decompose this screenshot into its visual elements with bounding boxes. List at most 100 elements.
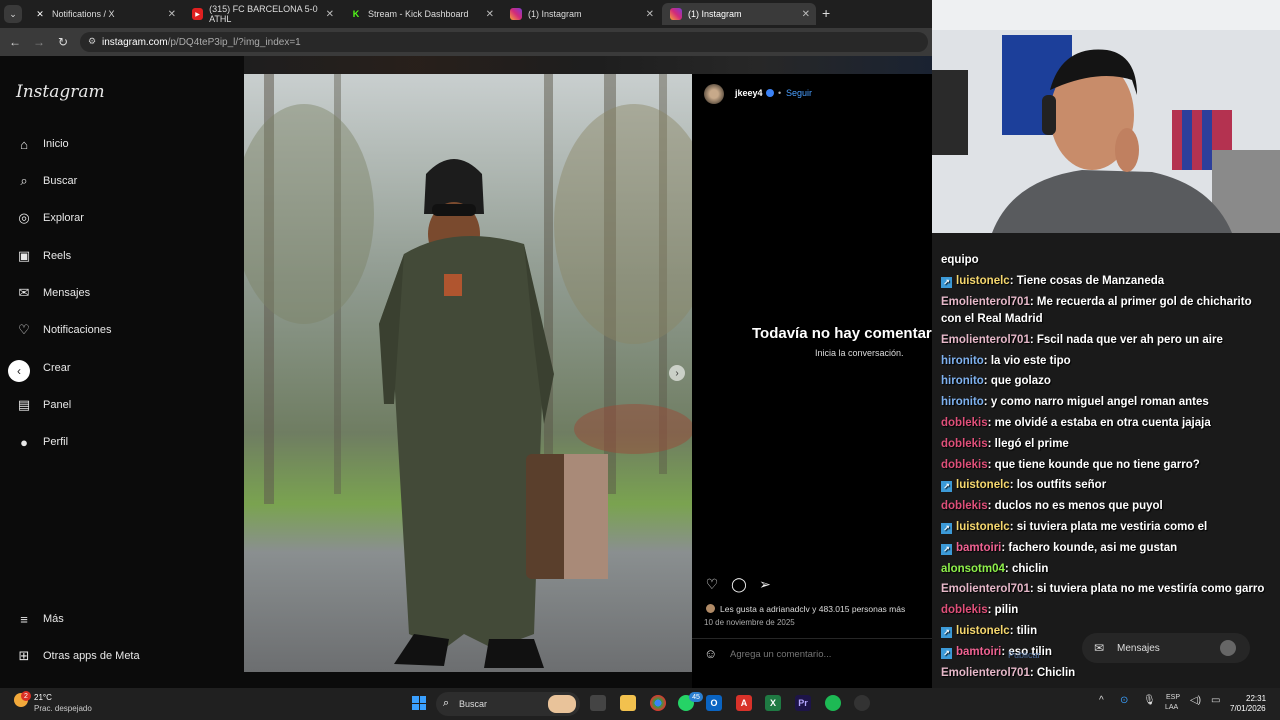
reload-icon[interactable]: ↻	[51, 35, 75, 49]
nav-item-explorar[interactable]: ◎ Explorar	[16, 207, 84, 229]
previous-post-icon[interactable]: ‹	[8, 360, 30, 382]
language-top[interactable]: ESP	[1166, 694, 1180, 701]
nav-item-notificaciones[interactable]: ♡ Notificaciones	[16, 319, 111, 341]
chat-username[interactable]: luistonelc	[956, 479, 1010, 491]
chat-username[interactable]: doblekis	[941, 459, 988, 471]
subscriber-badge-icon: ↗	[941, 523, 952, 535]
temperature[interactable]: 21°C	[34, 693, 52, 702]
comment-icon[interactable]: ◯	[731, 576, 747, 592]
chat-username[interactable]: alonsotm04	[941, 563, 1005, 575]
chat-username[interactable]: luistonelc	[956, 521, 1010, 533]
chat-username[interactable]: luistonelc	[956, 275, 1010, 287]
menu-icon: ≡	[20, 611, 28, 627]
follow-button[interactable]: Seguir	[786, 88, 812, 98]
clock-time[interactable]: 22:31	[1246, 694, 1266, 703]
chat-username[interactable]: Emolienterol701	[941, 667, 1030, 679]
post-username[interactable]: jkeey4	[735, 88, 763, 98]
close-icon[interactable]: ✕	[486, 9, 494, 20]
tab-instagram-2[interactable]: (1) Instagram ✕	[662, 3, 816, 25]
outlook-icon[interactable]: O	[706, 695, 722, 711]
spotify-icon[interactable]	[825, 695, 841, 711]
chat-text: : me olvidé a estaba en otra cuenta jaja…	[987, 417, 1211, 430]
new-tab-button[interactable]: +	[822, 5, 830, 21]
avatar[interactable]	[704, 84, 724, 104]
kick-icon: K	[352, 9, 360, 19]
chat-username[interactable]: Emolienterol701	[941, 296, 1030, 308]
excel-icon[interactable]: X	[765, 695, 781, 711]
nav-item-buscar[interactable]: ⌕ Buscar	[16, 170, 77, 192]
nav-item-otras-apps[interactable]: ⊞ Otras apps de Meta	[16, 645, 140, 667]
nav-label: Panel	[43, 399, 72, 411]
tab-notifications-x[interactable]: ✕ Notifications / X ✕	[26, 3, 182, 25]
tab-label: (315) FC BARCELONA 5-0 ATHL	[209, 4, 318, 24]
chat-username[interactable]: doblekis	[941, 500, 988, 512]
chat-text: : Chiclin	[1029, 666, 1076, 679]
volume-icon[interactable]: ◁)	[1190, 695, 1201, 706]
chat-text: : si tuviera plata no me vestiría como g…	[1029, 583, 1265, 596]
language-bottom[interactable]: LAA	[1165, 704, 1178, 711]
subscriber-badge-icon: ↗	[941, 543, 952, 555]
obs-icon[interactable]	[854, 695, 870, 711]
instagram-logo[interactable]: Instagram	[16, 82, 105, 102]
comment-input[interactable]	[730, 649, 880, 660]
chat-username[interactable]: bamtoiri	[956, 646, 1001, 658]
tab-kick[interactable]: K Stream - Kick Dashboard ✕	[342, 3, 500, 25]
back-icon[interactable]: ←	[3, 35, 27, 49]
chat-username[interactable]: hironito	[941, 375, 984, 387]
chat-username[interactable]: doblekis	[941, 604, 988, 616]
chat-username[interactable]: doblekis	[941, 438, 988, 450]
tab-youtube[interactable]: ▶ (315) FC BARCELONA 5-0 ATHL ✕	[184, 3, 340, 25]
premiere-icon[interactable]: Pr	[795, 695, 811, 711]
battery-icon[interactable]: ▭	[1211, 695, 1220, 706]
chat-username[interactable]: luistonelc	[956, 625, 1010, 637]
chat-username[interactable]: Emolienterol701	[941, 583, 1030, 595]
publish-button[interactable]: Publicar	[1008, 650, 1041, 660]
close-icon[interactable]: ✕	[168, 9, 176, 20]
file-explorer-icon[interactable]	[620, 695, 636, 711]
tab-list-button[interactable]: ⌄	[4, 5, 22, 23]
share-icon[interactable]: ➢	[757, 576, 773, 592]
close-icon[interactable]: ✕	[646, 9, 654, 20]
close-icon[interactable]: ✕	[326, 9, 334, 20]
microphone-icon[interactable]: 🎙	[1143, 695, 1156, 706]
nav-label: Perfil	[43, 436, 69, 448]
nav-item-perfil[interactable]: ● Perfil	[16, 431, 68, 453]
nav-label: Más	[43, 613, 64, 625]
nav-item-inicio[interactable]: ⌂ Inicio	[16, 133, 69, 155]
chat-text: : que golazo	[983, 375, 1051, 388]
nav-item-mensajes[interactable]: ✉ Mensajes	[16, 282, 91, 304]
nav-item-reels[interactable]: ▣ Reels	[16, 245, 71, 267]
weather-condition[interactable]: Prac. despejado	[34, 704, 92, 713]
windows-start-icon[interactable]	[412, 696, 426, 710]
clock-date[interactable]: 7/01/2026	[1230, 704, 1266, 713]
chat-username[interactable]: bamtoiri	[956, 542, 1001, 554]
nav-label: Mensajes	[43, 287, 91, 299]
forward-icon[interactable]: →	[27, 35, 51, 49]
chat-username[interactable]: Emolienterol701	[941, 334, 1030, 346]
task-view-icon[interactable]	[590, 695, 606, 711]
like-heart-icon[interactable]: ♡	[704, 576, 720, 592]
chat-username[interactable]: doblekis	[941, 417, 988, 429]
emoji-icon[interactable]: ☺	[704, 646, 717, 661]
address-bar-row: ← → ↻ ⚙ instagram.com/p/DQ4teP3ip_l/?img…	[0, 28, 932, 56]
chat-message: hironito: que golazo	[941, 373, 1271, 391]
next-image-icon[interactable]: ›	[669, 365, 685, 381]
acrobat-icon[interactable]: A	[736, 695, 752, 711]
webcam-overlay	[932, 0, 1280, 233]
chat-username[interactable]: hironito	[941, 396, 984, 408]
nav-item-panel[interactable]: ▤ Panel	[16, 394, 71, 416]
close-icon[interactable]: ✕	[802, 9, 810, 20]
chat-text: : fachero kounde, asi me gustan	[1001, 541, 1178, 554]
tab-instagram-1[interactable]: (1) Instagram ✕	[502, 3, 660, 25]
url-field[interactable]: ⚙ instagram.com/p/DQ4teP3ip_l/?img_index…	[80, 32, 928, 52]
post-photo[interactable]	[244, 74, 692, 672]
tray-chevron-icon[interactable]: ^	[1099, 695, 1104, 706]
chrome-icon[interactable]	[650, 695, 666, 711]
chat-username[interactable]: hironito	[941, 355, 984, 367]
likes-text[interactable]: Les gusta a adrianadclv y 483.015 person…	[720, 604, 905, 614]
chat-text: : que tiene kounde que no tiene garro?	[987, 458, 1200, 471]
nav-item-mas[interactable]: ≡ Más	[16, 608, 64, 630]
site-info-icon[interactable]: ⚙	[88, 36, 96, 47]
tray-app-icon[interactable]: ⊙	[1120, 695, 1128, 706]
man-in-coat-photo	[244, 74, 692, 672]
